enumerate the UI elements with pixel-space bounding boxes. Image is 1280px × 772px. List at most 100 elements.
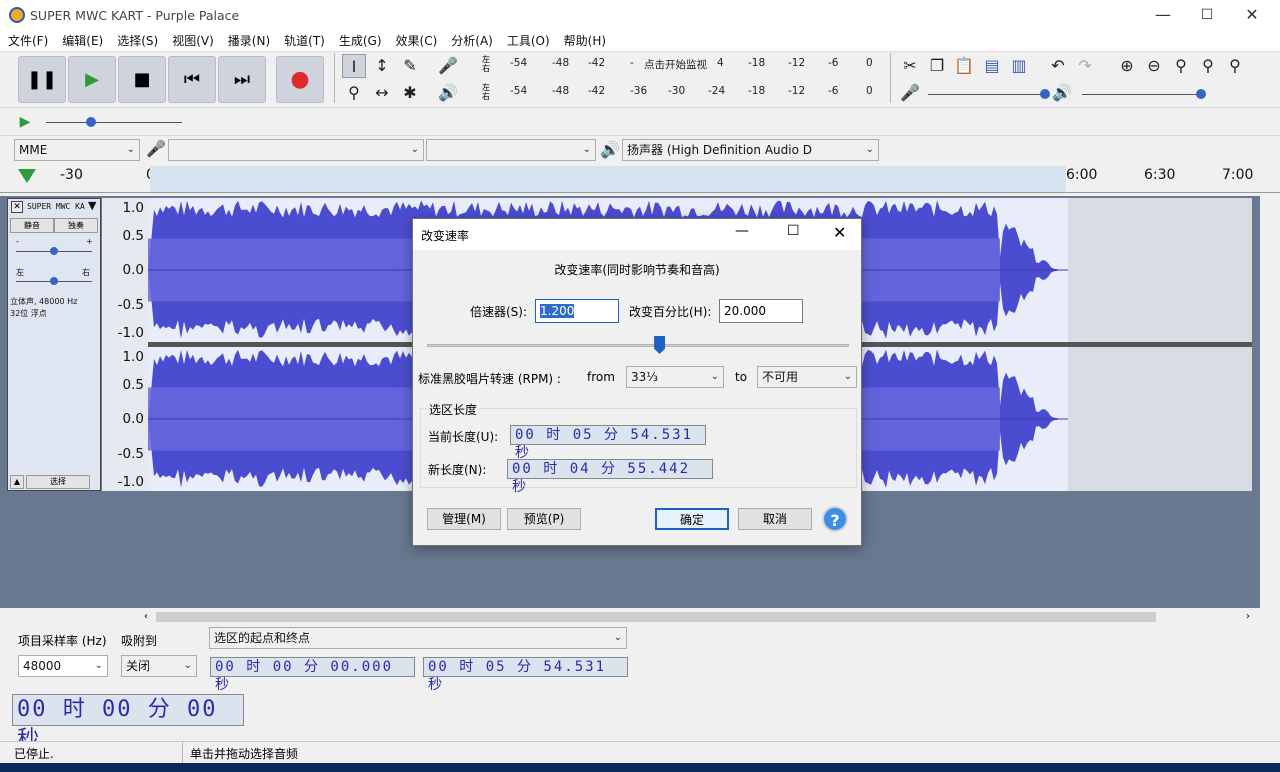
menu-analyze[interactable]: 分析(A)	[451, 32, 493, 49]
zoom-tool-icon[interactable]: ⚲	[342, 81, 366, 105]
menu-effect[interactable]: 效果(C)	[396, 32, 438, 49]
multiplier-label: 倍速器(S):	[470, 305, 528, 319]
zoom-out-icon[interactable]: ⊖	[1142, 54, 1166, 78]
microphone-icon[interactable]: 🎤	[436, 54, 460, 78]
multiplier-input[interactable]: 1.200	[535, 299, 619, 323]
skip-start-button[interactable]: ⏮	[168, 56, 216, 103]
meter-tick: 点击开始监视	[644, 59, 707, 71]
menu-transport[interactable]: 播录(N)	[228, 32, 270, 49]
dialog-maximize-button[interactable]: ☐	[787, 223, 800, 239]
zoom-toggle-icon[interactable]: ⚲	[1223, 54, 1247, 78]
meter-tick: -18	[748, 85, 766, 97]
fit-selection-icon[interactable]: ⚲	[1169, 54, 1193, 78]
to-label: to	[735, 370, 748, 384]
paste-icon[interactable]: 📋	[952, 54, 976, 78]
speaker-icon[interactable]: 🔊	[436, 81, 460, 105]
selection-end-time[interactable]: 00 时 05 分 54.531 秒	[423, 657, 628, 693]
amplitude-label: 0.0	[122, 411, 144, 427]
maximize-button[interactable]: ☐	[1184, 0, 1230, 30]
menu-tracks[interactable]: 轨道(T)	[284, 32, 325, 49]
horizontal-scrollbar[interactable]: ‹ ›	[140, 610, 1260, 624]
envelope-tool-icon[interactable]: ↕	[370, 54, 394, 78]
undo-icon[interactable]: ↶	[1046, 54, 1070, 78]
dialog-minimize-button[interactable]: —	[735, 223, 749, 239]
playback-volume-thumb[interactable]	[1196, 89, 1206, 99]
meter-tick: 4	[717, 57, 724, 69]
meter-tick: -	[630, 57, 634, 69]
audio-host-select[interactable]: MME ⌄	[14, 139, 140, 161]
menu-tools[interactable]: 工具(O)	[507, 32, 550, 49]
snap-to-label: 吸附到	[121, 634, 158, 648]
scroll-right-icon[interactable]: ›	[1246, 611, 1250, 622]
project-rate-select[interactable]: 48000 ⌄	[18, 655, 108, 677]
recording-device-select[interactable]: ⌄	[168, 139, 424, 161]
skip-end-button[interactable]: ⏭	[218, 56, 266, 103]
playback-volume-slider[interactable]	[1082, 94, 1202, 95]
pan-left-label: 左	[16, 268, 24, 277]
gain-thumb[interactable]	[50, 247, 58, 255]
play-meter[interactable]: 左 右 -54 -48 -42 -36 -30 -24 -18 -12 -6 0	[462, 83, 873, 103]
play-at-speed-icon[interactable]: ▶	[14, 111, 36, 133]
help-icon[interactable]: ?	[822, 506, 848, 532]
zoom-in-icon[interactable]: ⊕	[1115, 54, 1139, 78]
timeshift-tool-icon[interactable]: ↔	[370, 81, 394, 105]
ok-button[interactable]: 确定	[655, 508, 729, 530]
multi-tool-icon[interactable]: ✱	[398, 81, 422, 105]
selection-start-time[interactable]: 00 时 00 分 00.000 秒	[210, 657, 415, 693]
playback-device-select[interactable]: 扬声器 (High Definition Audio D ⌄	[622, 139, 879, 161]
close-button[interactable]: ✕	[1229, 0, 1275, 30]
pause-button[interactable]: ❚❚	[18, 56, 66, 103]
menu-edit[interactable]: 编辑(E)	[62, 32, 103, 49]
play-icon: ▶	[85, 69, 99, 90]
percent-input[interactable]: 20.000	[719, 299, 803, 323]
draw-tool-icon[interactable]: ✎	[398, 54, 422, 78]
speed-slider-thumb[interactable]	[86, 117, 96, 127]
speed-percent-thumb[interactable]	[654, 336, 666, 354]
minimize-button[interactable]: —	[1140, 0, 1186, 30]
selection-mode-select[interactable]: 选区的起点和终点 ⌄	[209, 627, 627, 649]
track-menu-icon[interactable]: ▼	[88, 199, 96, 212]
scrollbar-thumb[interactable]	[156, 612, 1156, 622]
record-meter[interactable]: 左 右 -54 -48 -42 - 点击开始监视 4 -18 -12 -6 0	[462, 55, 873, 75]
stop-button[interactable]: ■	[118, 56, 166, 103]
record-button[interactable]: ●	[276, 56, 324, 103]
from-rpm-select[interactable]: 33⅓ ⌄	[626, 366, 724, 388]
cancel-button[interactable]: 取消	[738, 508, 812, 530]
solo-button[interactable]: 独奏	[54, 218, 98, 233]
play-button[interactable]: ▶	[68, 56, 116, 103]
track-close-button[interactable]: ✕	[11, 201, 23, 213]
cut-icon[interactable]: ✂	[898, 54, 922, 78]
record-volume-thumb[interactable]	[1040, 89, 1050, 99]
collapse-icon[interactable]: ▲	[10, 475, 24, 489]
audio-position-time[interactable]: 00 时 00 分 00 秒	[12, 694, 244, 752]
play-head-icon[interactable]	[18, 169, 36, 183]
mute-button[interactable]: 静音	[10, 218, 54, 233]
dialog-close-button[interactable]: ✕	[833, 223, 846, 242]
new-length-value[interactable]: 00 时 04 分 55.442 秒	[507, 459, 713, 495]
fit-project-icon[interactable]: ⚲	[1196, 54, 1220, 78]
scroll-left-icon[interactable]: ‹	[144, 611, 148, 622]
silence-icon[interactable]: ▥	[1007, 54, 1031, 78]
manage-button[interactable]: 管理(M)	[427, 508, 501, 530]
redo-icon[interactable]: ↷	[1073, 54, 1097, 78]
preview-button[interactable]: 预览(P)	[507, 508, 581, 530]
vertical-scrollbar[interactable]	[1260, 196, 1280, 608]
menu-generate[interactable]: 生成(G)	[339, 32, 382, 49]
snap-to-select[interactable]: 关闭 ⌄	[121, 655, 197, 677]
to-rpm-select[interactable]: 不可用 ⌄	[757, 366, 857, 388]
menu-select[interactable]: 选择(S)	[117, 32, 158, 49]
selection-tool-icon[interactable]: I	[342, 54, 366, 78]
pan-thumb[interactable]	[50, 277, 58, 285]
menu-file[interactable]: 文件(F)	[8, 32, 48, 49]
speed-percent-slider[interactable]	[427, 344, 849, 347]
record-volume-slider[interactable]	[928, 94, 1046, 95]
track-name[interactable]: SUPER MWC KA	[27, 202, 85, 211]
device-toolbar: MME ⌄ 🎤 ⌄ ⌄ 🔊 扬声器 (High Definition Audio …	[0, 135, 1280, 163]
copy-icon[interactable]: ❐	[925, 54, 949, 78]
menu-help[interactable]: 帮助(H)	[564, 32, 606, 49]
menu-view[interactable]: 视图(V)	[172, 32, 214, 49]
select-track-button[interactable]: 选择	[26, 475, 90, 489]
speed-slider[interactable]	[46, 122, 182, 123]
recording-channels-select[interactable]: ⌄	[426, 139, 596, 161]
trim-icon[interactable]: ▤	[980, 54, 1004, 78]
